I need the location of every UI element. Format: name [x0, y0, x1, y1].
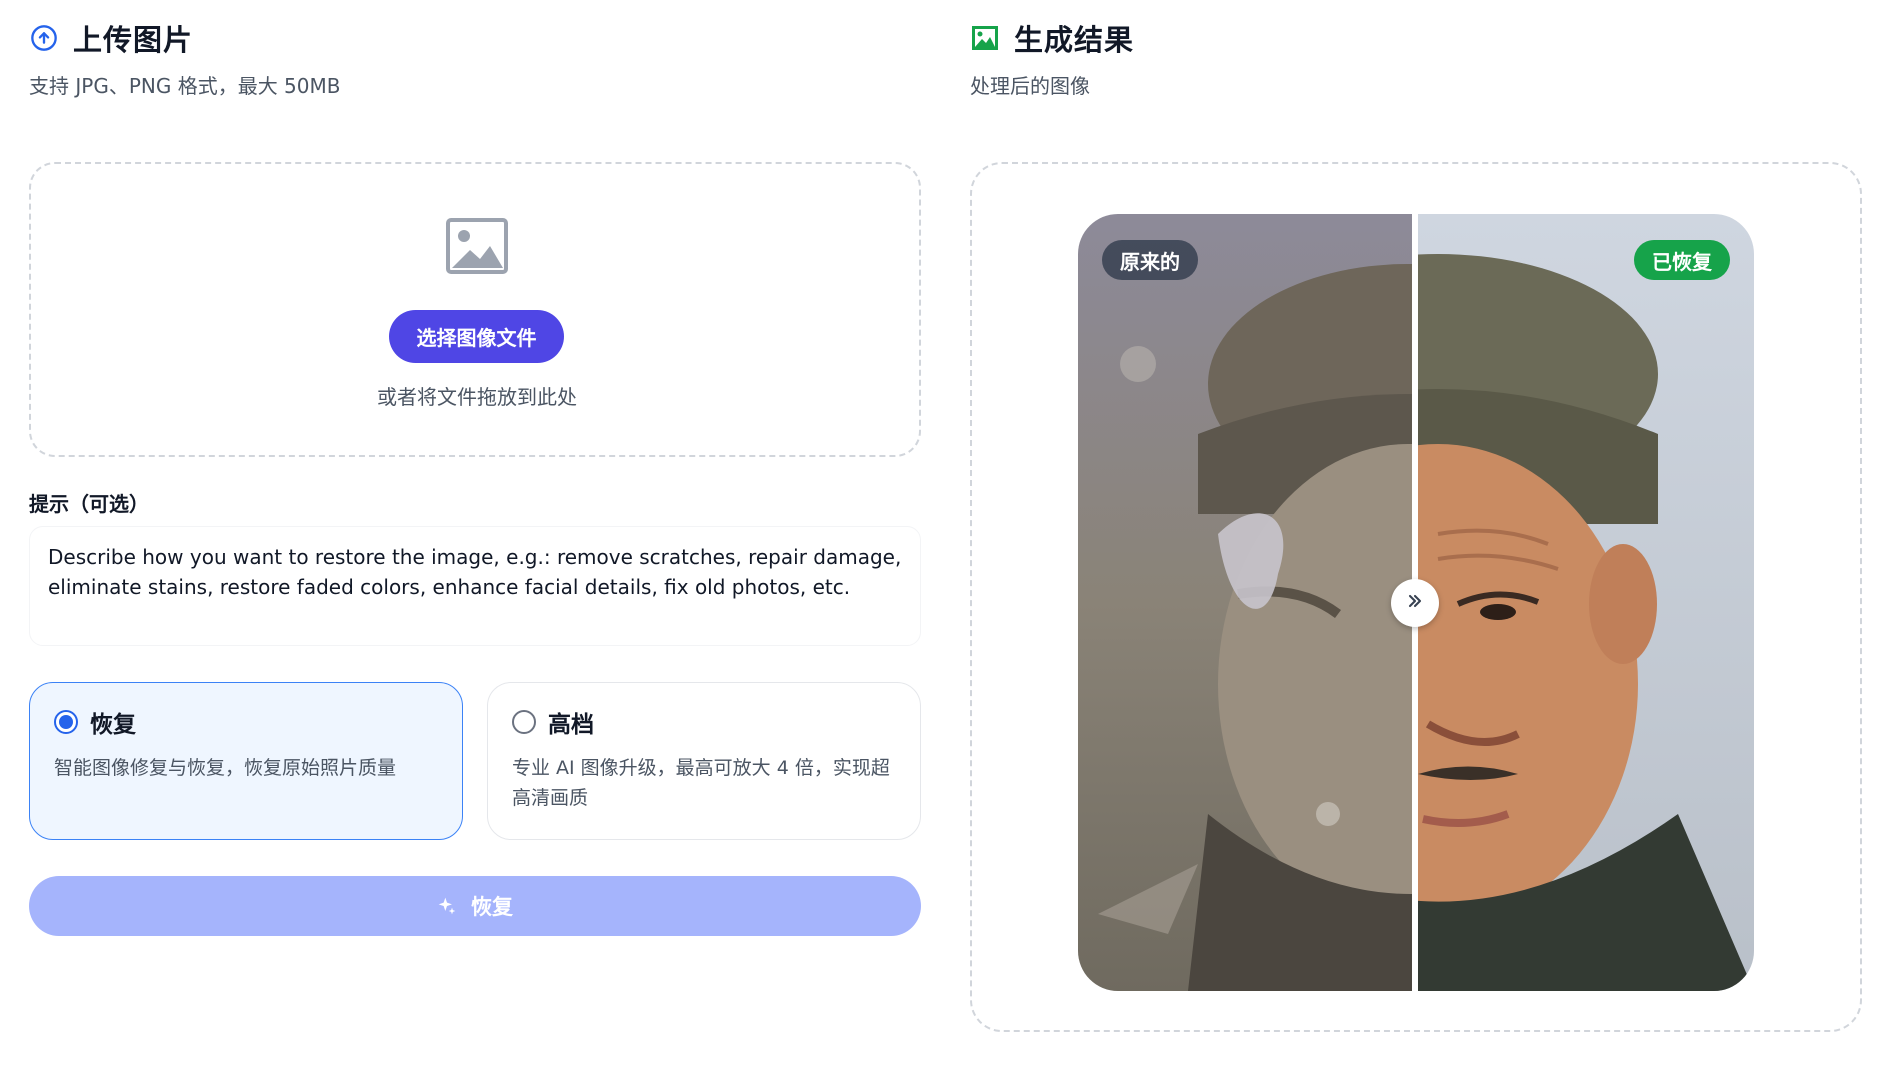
- result-panel: 生成结果 处理后的图像 原来的 已恢复: [970, 18, 1862, 1032]
- result-subtitle: 处理后的图像: [970, 74, 1090, 98]
- radio-upscale[interactable]: [512, 710, 536, 734]
- after-tag: 已恢复: [1634, 240, 1730, 280]
- mode-title: 高档: [548, 712, 594, 738]
- mode-description: 智能图像修复与恢复，恢复原始照片质量: [54, 757, 397, 779]
- image-icon: [970, 23, 1000, 53]
- page: 上传图片 支持 JPG、PNG 格式，最大 50MB 选择图像文件 或者将文件拖…: [0, 0, 1880, 1074]
- cloud-upload-icon: [29, 23, 59, 53]
- radio-restore[interactable]: [54, 710, 78, 734]
- compare-slider-handle[interactable]: [1391, 579, 1439, 627]
- upload-subtitle: 支持 JPG、PNG 格式，最大 50MB: [29, 74, 341, 98]
- result-title: 生成结果: [1014, 23, 1135, 57]
- chevrons-right-icon: [1405, 591, 1425, 615]
- mode-card-upscale[interactable]: 高档 专业 AI 图像升级，最高可放大 4 倍，实现超高清画质: [487, 682, 921, 840]
- result-header: 生成结果: [970, 18, 1862, 58]
- mode-head: 高档: [512, 705, 896, 739]
- upload-dropzone[interactable]: 选择图像文件 或者将文件拖放到此处: [29, 162, 921, 457]
- mode-title: 恢复: [90, 712, 136, 738]
- upload-panel: 上传图片 支持 JPG、PNG 格式，最大 50MB 选择图像文件 或者将文件拖…: [29, 18, 921, 936]
- sparkles-icon: [437, 896, 457, 916]
- result-zone: 原来的 已恢复: [970, 162, 1862, 1032]
- prompt-label: 提示（可选）: [29, 492, 149, 516]
- prompt-textarea[interactable]: Describe how you want to restore the ima…: [29, 526, 921, 646]
- upload-title: 上传图片: [73, 23, 194, 57]
- drop-hint: 或者将文件拖放到此处: [377, 385, 577, 409]
- restore-button-label: 恢复: [471, 896, 513, 919]
- mode-card-restore[interactable]: 恢复 智能图像修复与恢复，恢复原始照片质量: [29, 682, 463, 840]
- before-after-compare[interactable]: 原来的 已恢复: [1078, 214, 1754, 991]
- mode-head: 恢复: [54, 705, 438, 739]
- image-placeholder-icon: [446, 218, 508, 274]
- upload-header: 上传图片: [29, 18, 921, 58]
- choose-file-button[interactable]: 选择图像文件: [389, 310, 564, 363]
- mode-description: 专业 AI 图像升级，最高可放大 4 倍，实现超高清画质: [512, 757, 890, 809]
- before-tag: 原来的: [1102, 240, 1198, 280]
- restore-button[interactable]: 恢复: [29, 876, 921, 936]
